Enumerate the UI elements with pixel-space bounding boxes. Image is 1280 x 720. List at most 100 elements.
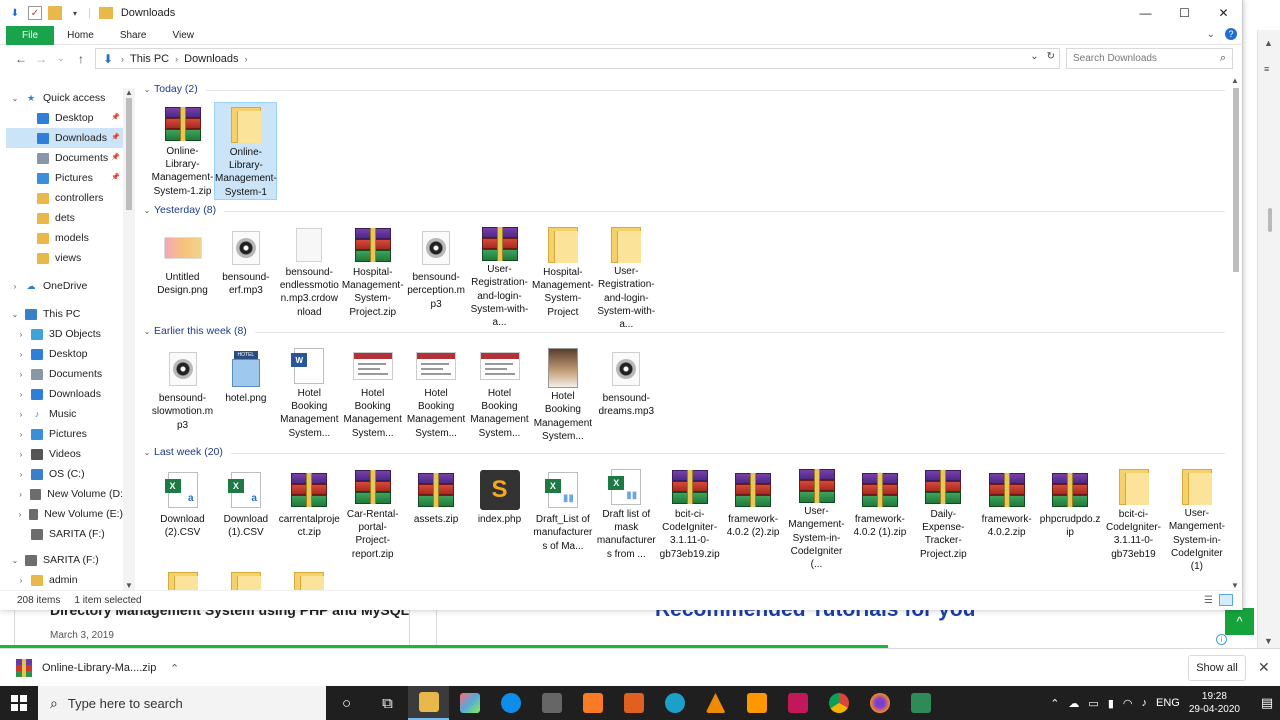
sublime-text-icon[interactable] xyxy=(736,686,777,720)
scroll-up-icon[interactable]: ▲ xyxy=(125,88,133,97)
expand-ribbon-icon[interactable]: ⌄ xyxy=(1207,29,1215,40)
breadcrumb-separator[interactable]: › xyxy=(245,54,248,64)
chrome-browser-icon[interactable] xyxy=(818,686,859,720)
app-icon-camera[interactable] xyxy=(613,686,654,720)
search-input[interactable]: Search Downloads ⌕ xyxy=(1066,48,1233,69)
breadcrumb-this-pc[interactable]: This PC xyxy=(130,53,169,65)
nav-item-sarita-f[interactable]: SARITA (F:) xyxy=(6,524,123,544)
scroll-up-icon[interactable]: ▲ xyxy=(1231,76,1239,85)
file-item[interactable]: Hotel Booking Management System... xyxy=(531,344,594,442)
chevron-down-icon[interactable]: ⌄ xyxy=(10,310,20,319)
nav-item-controllers[interactable]: controllers xyxy=(6,188,123,208)
close-button[interactable]: ✕ xyxy=(1204,0,1243,26)
app-icon-xampp[interactable] xyxy=(572,686,613,720)
show-all-button[interactable]: Show all xyxy=(1188,655,1246,681)
recent-locations-button[interactable]: ⌄ xyxy=(51,53,71,64)
minimize-button[interactable]: — xyxy=(1126,0,1165,26)
taskbar-search-box[interactable]: ⌕ Type here to search xyxy=(38,686,326,720)
scroll-down-icon[interactable]: ▼ xyxy=(125,581,133,590)
chevron-right-icon[interactable]: › xyxy=(16,350,26,359)
file-item[interactable]: Hotel Booking Management System... xyxy=(468,344,531,440)
edge-browser-icon[interactable] xyxy=(654,686,695,720)
file-item[interactable]: Hospital-Management-System-Project.zip xyxy=(341,223,404,319)
info-icon[interactable]: i xyxy=(1216,634,1227,645)
forward-button[interactable]: → xyxy=(31,52,51,66)
wifi-icon[interactable]: ◠ xyxy=(1123,697,1133,710)
file-item[interactable]: User-Registration-and-login-System-with-… xyxy=(595,223,658,330)
app-icon-tools[interactable] xyxy=(531,686,572,720)
start-button[interactable] xyxy=(0,686,38,720)
file-item[interactable]: bensound-dreams.mp3 xyxy=(595,344,658,440)
nav-item-os-c[interactable]: › OS (C:) xyxy=(6,464,123,484)
nav-item-music[interactable]: › ♪ Music xyxy=(6,404,123,424)
chevron-up-icon[interactable]: ⌃ xyxy=(170,662,179,675)
file-item[interactable]: carrentalproject.zip xyxy=(278,465,341,561)
file-item[interactable]: Xa Download (2).CSV xyxy=(151,465,214,561)
cortana-icon[interactable]: ○ xyxy=(326,686,367,720)
file-item[interactable]: bcit-ci-CodeIgniter-3.1.11-0-gb73eb19 xyxy=(1102,465,1165,561)
nav-item-desktop[interactable]: Desktop 📌 xyxy=(6,108,123,128)
file-item[interactable]: bcit-ci-CodeIgniter-3.1.11-0-gb73eb19.zi… xyxy=(658,465,721,561)
nav-item-desktop[interactable]: › Desktop xyxy=(6,344,123,364)
scroll-thumb[interactable] xyxy=(126,98,132,210)
file-item[interactable] xyxy=(151,565,214,590)
scroll-down-icon[interactable]: ▼ xyxy=(1231,581,1239,590)
scroll-top-button[interactable]: ^ xyxy=(1225,608,1254,635)
chevron-down-icon[interactable]: ⌄ xyxy=(10,94,20,103)
nav-item-pictures[interactable]: Pictures 📌 xyxy=(6,168,123,188)
file-item[interactable]: Untitled Design.png xyxy=(151,223,214,319)
chevron-down-icon[interactable]: ⌄ xyxy=(140,206,154,215)
nav-item-videos[interactable]: › Videos xyxy=(6,444,123,464)
breadcrumb-downloads[interactable]: Downloads xyxy=(184,53,238,65)
nav-item-new-volume-e[interactable]: › New Volume (E:) xyxy=(6,504,123,524)
chevron-down-icon[interactable]: ⌄ xyxy=(10,556,20,565)
address-bar[interactable]: ⬇ › This PC › Downloads › ⌄ ↻ xyxy=(95,48,1060,69)
nav-item-this-pc[interactable]: ⌄ This PC xyxy=(6,304,123,324)
file-item[interactable]: bensound-erf.mp3 xyxy=(214,223,277,319)
file-item[interactable]: Daily-Expense-Tracker-Project.zip xyxy=(912,465,975,561)
file-item[interactable]: bensound-slowmotion.mp3 xyxy=(151,344,214,440)
breadcrumb-separator[interactable]: › xyxy=(175,54,178,64)
title-bar[interactable]: ⬇ ✓ ▾ | Downloads — ☐ ✕ xyxy=(0,0,1243,26)
tab-file[interactable]: File xyxy=(6,25,55,45)
maximize-button[interactable]: ☐ xyxy=(1165,0,1204,26)
new-folder-icon[interactable] xyxy=(48,6,62,20)
chevron-down-icon[interactable]: ⌄ xyxy=(140,85,154,94)
chevron-down-icon[interactable]: ▾ xyxy=(68,6,82,20)
nav-item-onedrive[interactable]: › ☁ OneDrive xyxy=(6,276,123,296)
scroll-up-icon[interactable]: ▲ xyxy=(1264,38,1273,48)
file-item[interactable]: Xa Download (1).CSV xyxy=(214,465,277,561)
file-item[interactable]: framework-4.0.2 (2).zip xyxy=(722,465,785,561)
tab-view[interactable]: View xyxy=(160,26,208,45)
group-header[interactable]: ⌄ Earlier this week (8) xyxy=(140,322,1225,340)
file-item[interactable]: framework-4.0.2.zip xyxy=(975,465,1038,561)
content-scrollbar[interactable]: ▲ ▼ xyxy=(1229,76,1242,590)
breadcrumb-separator[interactable]: › xyxy=(121,54,124,64)
scroll-down-icon[interactable]: ▼ xyxy=(1264,636,1273,646)
nav-item-admin[interactable]: › admin xyxy=(6,570,123,590)
nav-item-documents[interactable]: Documents 📌 xyxy=(6,148,123,168)
chevron-right-icon[interactable]: › xyxy=(16,576,26,585)
firefox-browser-icon[interactable] xyxy=(859,686,900,720)
pin-icon[interactable]: 📌 xyxy=(111,153,120,161)
file-item[interactable]: User-Registration-and-login-System-with-… xyxy=(468,223,531,328)
app-icon-red[interactable] xyxy=(777,686,818,720)
app-icon-teamviewer[interactable] xyxy=(490,686,531,720)
file-item[interactable]: X ▮▮ Draft list of mask manufacturers from… xyxy=(595,465,658,561)
file-item[interactable]: HOTEL hotel.png xyxy=(214,344,277,440)
tab-share[interactable]: Share xyxy=(107,26,160,45)
network-icon[interactable]: ▭ xyxy=(1088,697,1098,710)
nav-item-new-volume-d[interactable]: › New Volume (D: xyxy=(6,484,123,504)
file-item[interactable]: User-Mangement-System-in-CodeIgniter (1) xyxy=(1165,465,1228,572)
vlc-icon[interactable] xyxy=(695,686,736,720)
chevron-down-icon[interactable]: ⌄ xyxy=(140,448,154,457)
file-item[interactable]: phpcrudpdo.zip xyxy=(1039,465,1102,561)
chevron-right-icon[interactable]: › xyxy=(16,430,26,439)
scroll-thumb[interactable] xyxy=(1268,208,1272,232)
language-indicator[interactable]: ENG xyxy=(1156,697,1180,709)
nav-item-sarita-f[interactable]: ⌄ SARITA (F:) xyxy=(6,550,123,570)
pin-icon[interactable]: 📌 xyxy=(111,133,120,141)
chevron-down-icon[interactable]: ⌄ xyxy=(140,327,154,336)
file-item[interactable]: Hotel Booking Management System... xyxy=(341,344,404,440)
details-view-icon[interactable]: ☰ xyxy=(1204,595,1213,606)
